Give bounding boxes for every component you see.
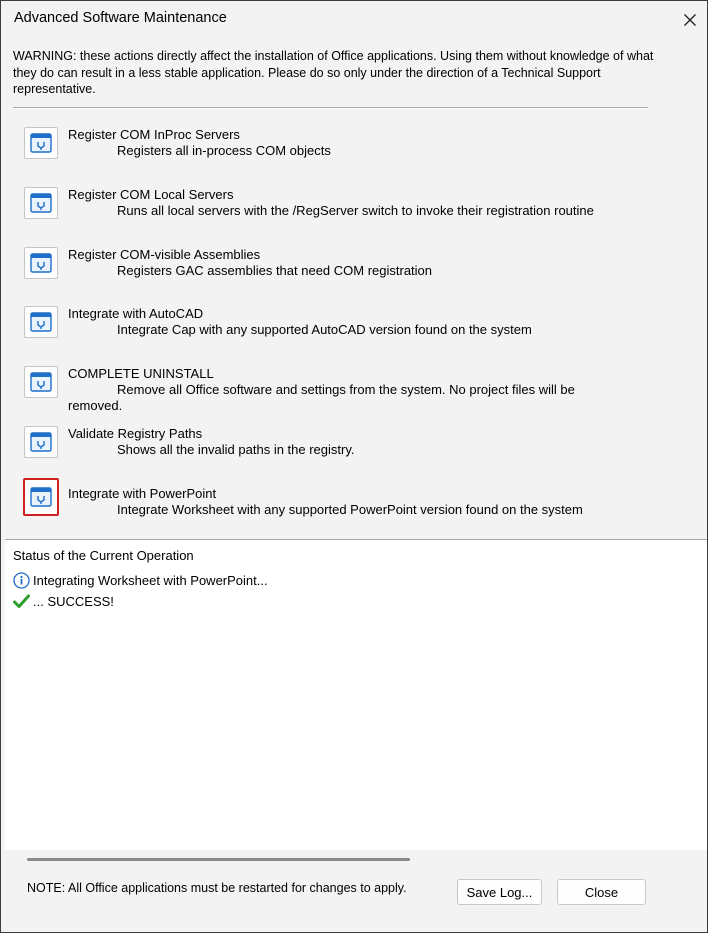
wrench-window-icon bbox=[30, 432, 52, 452]
action-integrate-powerpoint: Integrate with PowerPoint Integrate Work… bbox=[1, 478, 707, 536]
action-complete-uninstall: COMPLETE UNINSTALL Remove all Office sof… bbox=[1, 366, 707, 416]
status-line: Integrating Worksheet with PowerPoint... bbox=[13, 572, 268, 589]
wrench-window-icon bbox=[30, 312, 52, 332]
action-description: Integrate Worksheet with any supported P… bbox=[117, 502, 583, 517]
action-register-com-inproc: Register COM InProc Servers Registers al… bbox=[1, 127, 707, 177]
save-log-button[interactable]: Save Log... bbox=[457, 879, 542, 905]
integrate-powerpoint-button[interactable] bbox=[23, 478, 59, 516]
action-title: Validate Registry Paths bbox=[68, 426, 203, 441]
close-icon bbox=[684, 14, 696, 26]
action-description: Registers GAC assemblies that need COM r… bbox=[117, 263, 433, 278]
register-com-assemblies-button[interactable] bbox=[24, 247, 58, 279]
register-com-inproc-button[interactable] bbox=[24, 127, 58, 159]
wrench-window-icon bbox=[30, 253, 52, 273]
action-register-com-assemblies: Register COM-visible Assemblies Register… bbox=[1, 247, 707, 297]
warning-text: WARNING: these actions directly affect t… bbox=[13, 49, 654, 96]
action-description: Integrate Cap with any supported AutoCAD… bbox=[117, 322, 532, 337]
action-description: Registers all in-process COM objects bbox=[117, 143, 331, 158]
action-title: COMPLETE UNINSTALL bbox=[68, 366, 214, 381]
action-title: Register COM Local Servers bbox=[68, 187, 234, 202]
action-title: Register COM-visible Assemblies bbox=[68, 247, 261, 262]
status-line: ... SUCCESS! bbox=[13, 594, 114, 609]
status-line-text: Integrating Worksheet with PowerPoint... bbox=[33, 573, 268, 588]
action-title: Integrate with AutoCAD bbox=[68, 306, 204, 321]
register-com-local-button[interactable] bbox=[24, 187, 58, 219]
action-title: Register COM InProc Servers bbox=[68, 127, 240, 142]
horizontal-scrollbar[interactable] bbox=[27, 858, 410, 861]
separator bbox=[13, 107, 648, 109]
status-panel[interactable]: Status of the Current Operation Integrat… bbox=[5, 539, 707, 861]
action-title: Integrate with PowerPoint bbox=[68, 486, 217, 501]
status-line-text: ... SUCCESS! bbox=[33, 594, 114, 609]
action-description: Runs all local servers with the /RegServ… bbox=[117, 203, 594, 218]
window-title: Advanced Software Maintenance bbox=[14, 10, 227, 26]
dialog-window: Advanced Software Maintenance WARNING: t… bbox=[0, 0, 708, 933]
complete-uninstall-button[interactable] bbox=[24, 366, 58, 398]
wrench-window-icon bbox=[30, 372, 52, 392]
info-icon bbox=[13, 572, 30, 589]
wrench-window-icon bbox=[30, 193, 52, 213]
action-register-com-local: Register COM Local Servers Runs all loca… bbox=[1, 187, 707, 237]
title-bar: Advanced Software Maintenance bbox=[1, 1, 707, 37]
action-validate-registry: Validate Registry Paths Shows all the in… bbox=[1, 426, 707, 476]
wrench-window-icon bbox=[30, 487, 52, 507]
action-description: Shows all the invalid paths in the regis… bbox=[117, 442, 355, 457]
status-title: Status of the Current Operation bbox=[13, 548, 194, 563]
close-window-button[interactable] bbox=[677, 7, 703, 33]
validate-registry-button[interactable] bbox=[24, 426, 58, 458]
integrate-autocad-button[interactable] bbox=[24, 306, 58, 338]
action-description: Remove all Office software and settings … bbox=[68, 382, 575, 413]
checkmark-icon bbox=[13, 594, 30, 608]
wrench-window-icon bbox=[30, 133, 52, 153]
action-integrate-autocad: Integrate with AutoCAD Integrate Cap wit… bbox=[1, 306, 707, 356]
footer-note: NOTE: All Office applications must be re… bbox=[27, 881, 407, 895]
close-button[interactable]: Close bbox=[557, 879, 646, 905]
